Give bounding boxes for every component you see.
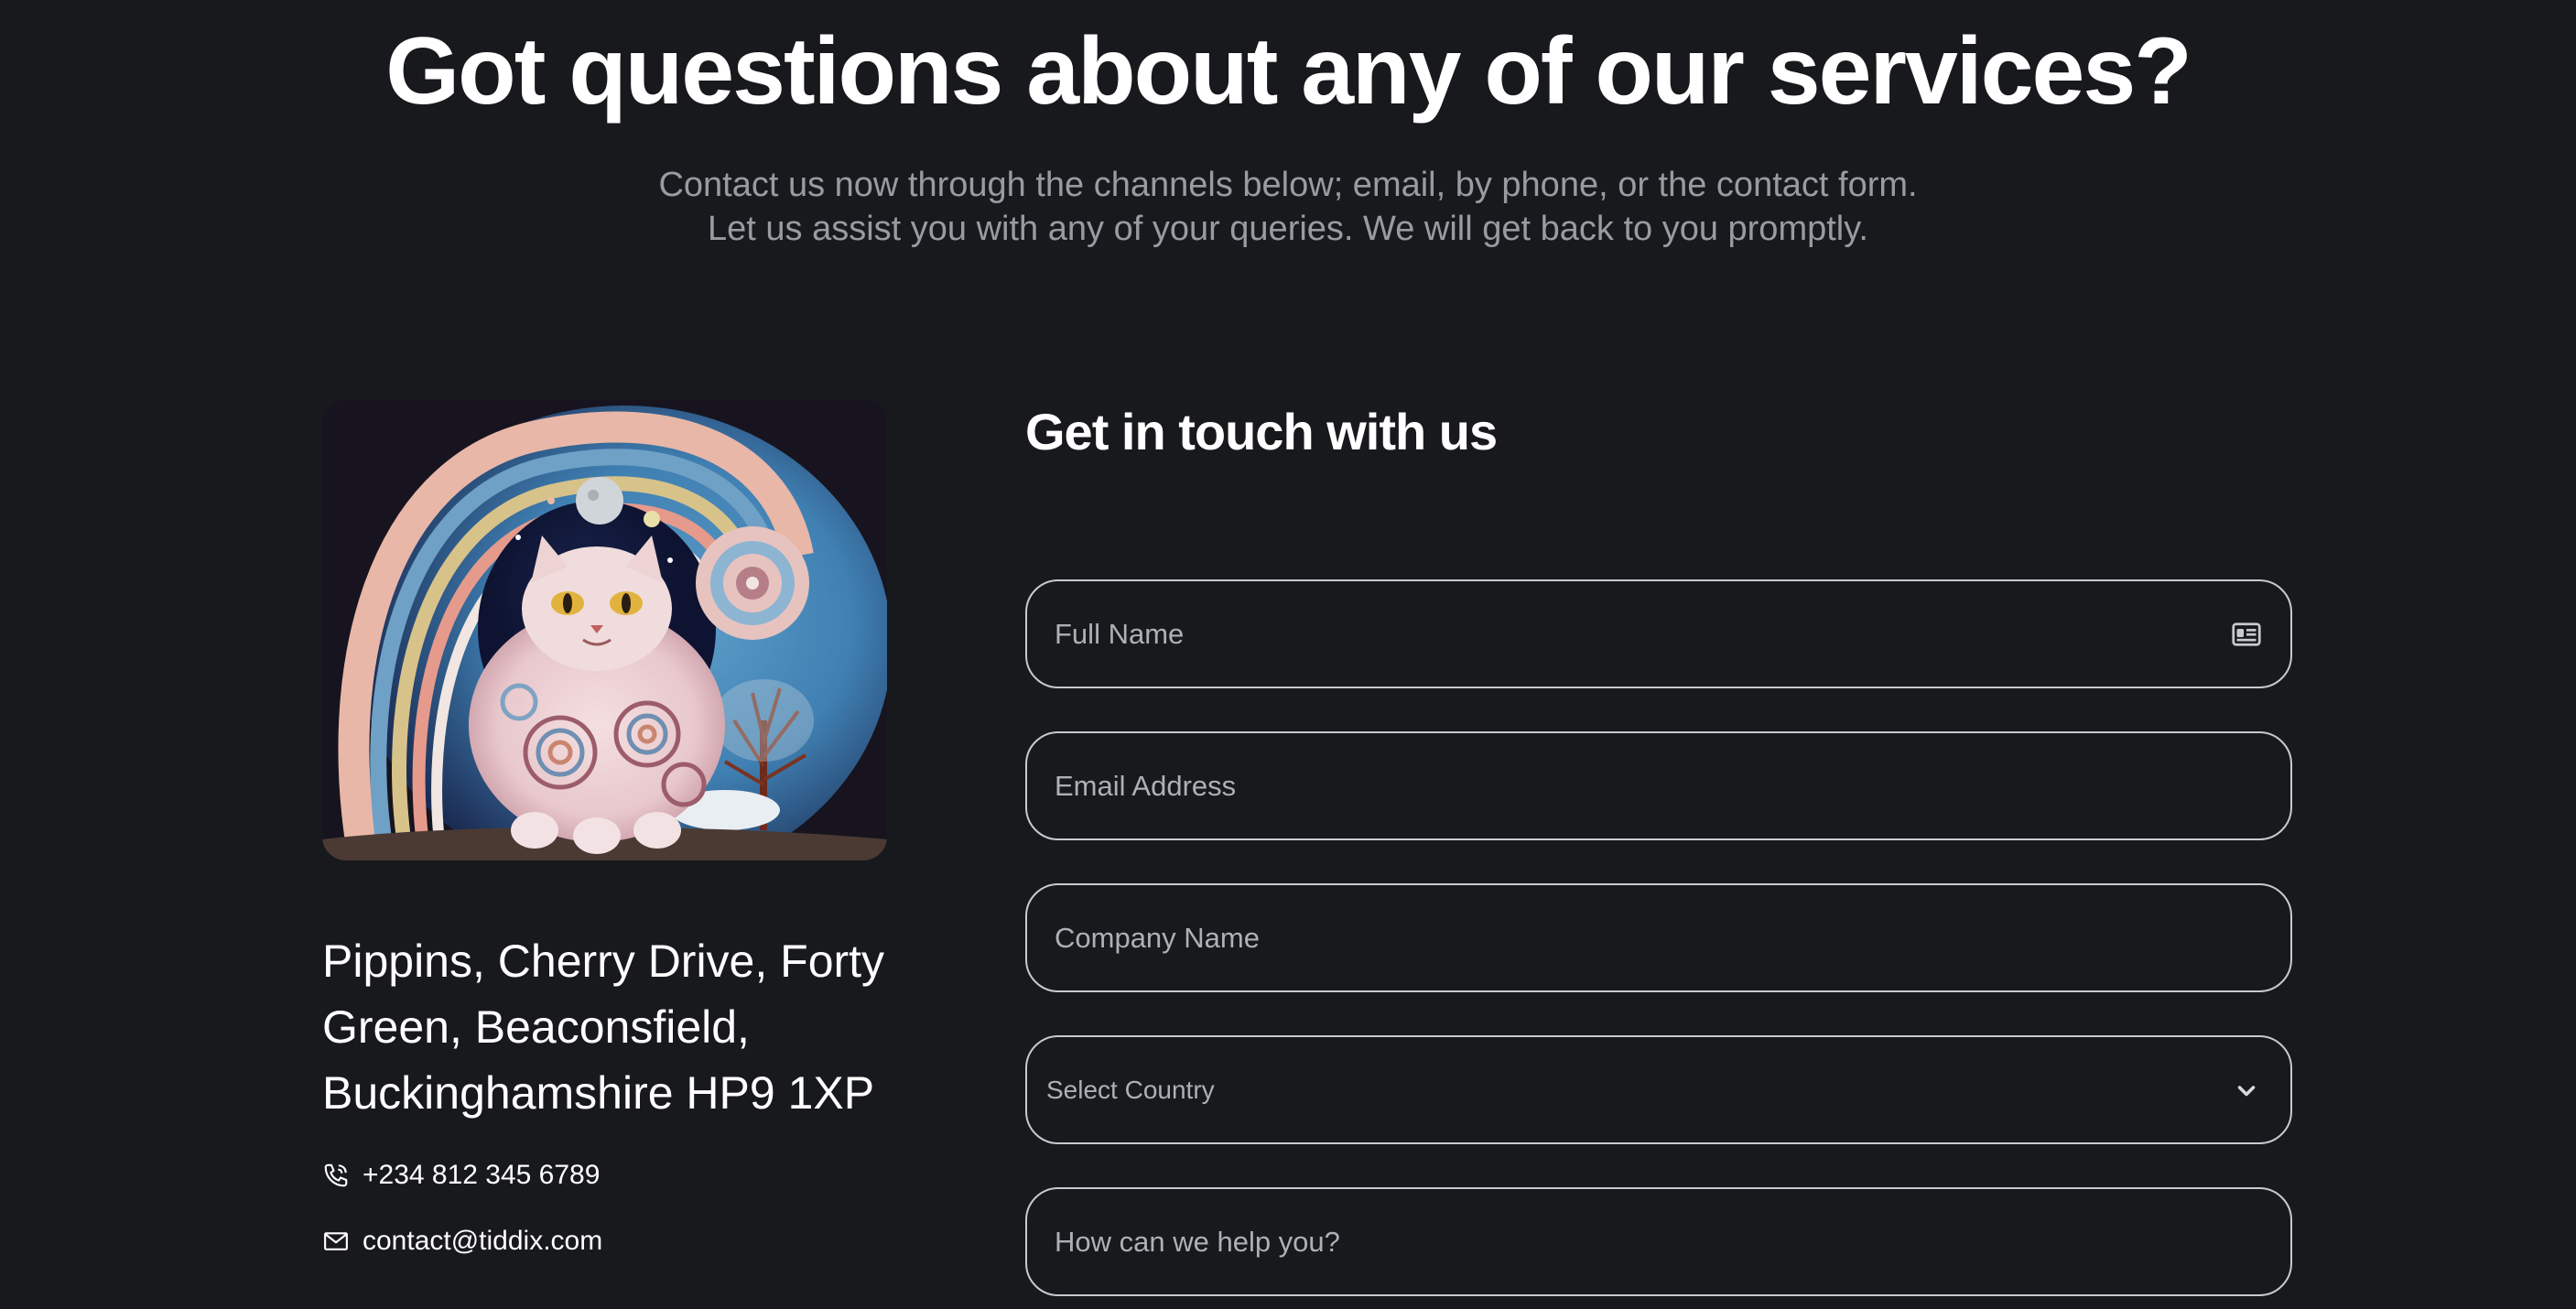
country-selected-value: Select Country — [1046, 1075, 1215, 1104]
company-name-field[interactable]: Company Name — [1025, 883, 2292, 992]
mail-icon — [322, 1228, 350, 1255]
country-select[interactable]: Select Country — [1025, 1035, 2292, 1144]
email-field[interactable]: Email Address — [1025, 731, 2292, 840]
email-contact[interactable]: contact@tiddix.com — [322, 1221, 602, 1261]
cat-illustration — [322, 400, 887, 860]
phone-icon — [322, 1162, 350, 1189]
email-address[interactable]: contact@tiddix.com — [363, 1226, 602, 1257]
message-placeholder: How can we help you? — [1055, 1225, 1340, 1258]
form-title: Get in touch with us — [1025, 403, 1498, 460]
id-card-icon — [2230, 618, 2263, 651]
address-line-3: Buckinghamshire HP9 1XP — [322, 1067, 875, 1119]
company-placeholder: Company Name — [1055, 921, 1260, 954]
subtitle-line-1: Contact us now through the channels belo… — [658, 166, 1918, 204]
contact-page: Got questions about any of our services?… — [0, 0, 2576, 1309]
subtitle-line-2: Let us assist you with any of your queri… — [708, 210, 1868, 248]
address-line-1: Pippins, Cherry Drive, Forty — [322, 936, 885, 987]
address-line-2: Green, Beaconsfield, — [322, 1001, 750, 1053]
address-block: Pippins, Cherry Drive, Forty Green, Beac… — [322, 928, 890, 1126]
page-title: Got questions about any of our services? — [385, 18, 2192, 124]
full-name-field[interactable]: Full Name — [1025, 579, 2292, 688]
message-field[interactable]: How can we help you? — [1025, 1187, 2292, 1296]
page-subtitle: Contact us now through the channels belo… — [0, 163, 2576, 251]
phone-contact[interactable]: +234 812 345 6789 — [322, 1155, 600, 1195]
phone-number[interactable]: +234 812 345 6789 — [363, 1160, 600, 1191]
full-name-placeholder: Full Name — [1055, 617, 1185, 650]
chevron-down-icon — [2230, 1074, 2263, 1107]
email-placeholder: Email Address — [1055, 769, 1237, 802]
